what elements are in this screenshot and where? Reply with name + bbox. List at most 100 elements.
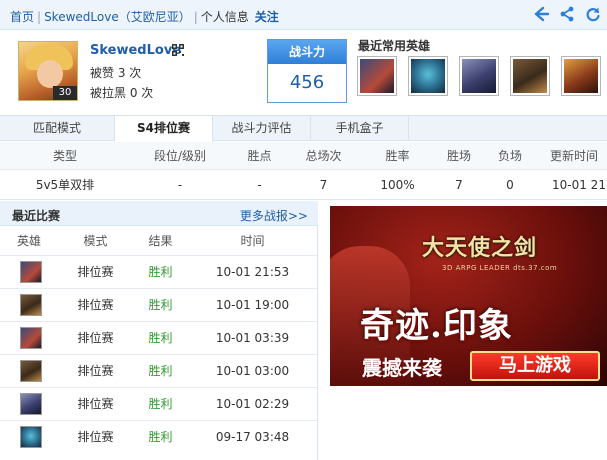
match-mode: 排位赛: [77, 298, 114, 312]
ranked-losses: 0: [506, 178, 514, 192]
ad-game-logo: 大天使之剑: [422, 235, 538, 261]
match-hero-icon: [20, 327, 42, 349]
mode-tabs: 匹配模式 S4排位赛 战斗力评估 手机盒子: [0, 115, 607, 142]
ranked-table-header: 类型 段位/级别 胜点 总场次 胜率 胜场 负场 更新时间: [0, 142, 607, 170]
match-hero-icon: [20, 261, 42, 283]
match-hero-icon: [20, 360, 42, 382]
match-result: 胜利: [148, 430, 173, 444]
breadcrumb-separator: |: [37, 10, 42, 24]
tab-mobile-box[interactable]: 手机盒子: [311, 116, 409, 141]
hero-portrait-image: [462, 59, 496, 93]
blocked-count: 被拉黑 0 次: [90, 86, 154, 100]
tab-power-evaluation[interactable]: 战斗力评估: [213, 116, 311, 141]
profile-panel: 30 SkewedLove 被赞 3 次 被拉黑 0 次 战斗力 456 最近常…: [0, 31, 607, 115]
match-time: 10-01 03:39: [215, 331, 290, 345]
match-mode: 排位赛: [77, 430, 114, 444]
match-result: 胜利: [148, 265, 173, 279]
column-header: 结果: [148, 234, 173, 248]
power-score-label: 战斗力: [268, 40, 346, 64]
column-header: 胜点: [247, 149, 272, 163]
match-time: 10-01 21:53: [215, 265, 290, 279]
match-time: 10-01 19:00: [215, 298, 290, 312]
breadcrumb: 首页 | SkewedLove（艾欧尼亚） | 个人信息 关注: [10, 8, 279, 25]
column-header: 模式: [83, 234, 108, 248]
ranked-type: 5v5单双排: [35, 178, 95, 192]
match-result: 胜利: [148, 331, 173, 345]
table-row[interactable]: 排位赛 胜利 10-01 19:00: [0, 288, 318, 321]
match-result: 胜利: [148, 298, 173, 312]
likes-count: 被赞 3 次: [90, 66, 142, 80]
column-header: 类型: [52, 149, 77, 163]
column-header: 胜场: [446, 149, 471, 163]
match-mode: 排位赛: [77, 265, 114, 279]
hero-portrait[interactable]: [408, 56, 448, 96]
breadcrumb-bar: 首页 | SkewedLove（艾欧尼亚） | 个人信息 关注: [0, 0, 607, 30]
match-hero-icon: [20, 393, 42, 415]
match-time: 10-01 02:29: [215, 397, 290, 411]
power-score-value: 456: [289, 72, 325, 93]
recent-matches-table-header: 英雄 模式 结果 时间: [0, 227, 318, 255]
hero-portrait-image: [411, 59, 445, 93]
match-time: 09-17 03:48: [215, 430, 290, 444]
power-score-box: 战斗力 456: [267, 39, 347, 103]
match-mode: 排位赛: [77, 331, 114, 345]
hero-portrait[interactable]: [459, 56, 499, 96]
hero-portrait-image: [564, 59, 598, 93]
recent-matches-title: 最近比赛: [12, 209, 61, 223]
table-row[interactable]: 排位赛 胜利 10-01 21:53: [0, 255, 318, 288]
match-result: 胜利: [148, 364, 173, 378]
ranked-points: -: [257, 178, 262, 192]
breadcrumb-user-link[interactable]: SkewedLove（艾欧尼亚）: [44, 10, 191, 24]
column-header: 胜率: [385, 149, 410, 163]
hero-portrait-image: [513, 59, 547, 93]
match-mode: 排位赛: [77, 397, 114, 411]
hero-portrait[interactable]: [357, 56, 397, 96]
tab-normal-match[interactable]: 匹配模式: [0, 116, 115, 141]
match-hero-icon: [20, 426, 42, 448]
ranked-wins: 7: [455, 178, 463, 192]
column-header: 时间: [240, 234, 265, 248]
hero-portrait-image: [360, 59, 394, 93]
ranked-tier: -: [177, 178, 183, 192]
ad-game-subtitle: 3D ARPG LEADER dts.37.com: [442, 264, 558, 272]
avatar-face: [37, 60, 63, 88]
table-row[interactable]: 排位赛 胜利 09-17 03:48: [0, 420, 318, 453]
match-mode: 排位赛: [77, 364, 114, 378]
ranked-updated-time: 10-01 21:5: [552, 178, 607, 192]
column-header: 负场: [497, 149, 522, 163]
breadcrumb-separator: |: [193, 10, 198, 24]
table-row[interactable]: 排位赛 胜利 10-01 02:29: [0, 387, 318, 420]
hero-portrait[interactable]: [510, 56, 550, 96]
table-row[interactable]: 排位赛 胜利 10-01 03:39: [0, 321, 318, 354]
play-now-button[interactable]: 马上游戏: [470, 351, 600, 381]
column-header: 英雄: [16, 234, 41, 248]
column-header: 总场次: [305, 149, 342, 163]
breadcrumb-current: 个人信息: [200, 10, 249, 24]
table-row: 5v5单双排 - - 7 100% 7 0 10-01 21:5: [0, 171, 607, 200]
table-row[interactable]: 排位赛 胜利 10-01 03:00: [0, 354, 318, 387]
frequent-heroes-list: [357, 56, 601, 96]
ranked-win-rate: 100%: [380, 178, 415, 192]
refresh-icon[interactable]: [585, 6, 601, 22]
breadcrumb-home-link[interactable]: 首页: [10, 10, 34, 24]
frequent-heroes-title: 最近常用英雄: [358, 39, 431, 53]
ad-banner[interactable]: 大天使之剑 3D ARPG LEADER dts.37.com 奇迹.印象 震撼…: [330, 206, 607, 386]
back-arrow-icon[interactable]: [533, 6, 549, 22]
avatar[interactable]: 30: [18, 41, 78, 101]
recent-matches-panel: 最近比赛 更多战报>> 英雄 模式 结果 时间 排位赛 胜利 10-01 21:…: [0, 201, 318, 460]
more-reports-link[interactable]: 更多战报>>: [240, 207, 308, 224]
recent-matches-header: 最近比赛 更多战报>>: [0, 201, 318, 226]
share-icon[interactable]: [559, 6, 575, 22]
match-hero-icon: [20, 294, 42, 316]
ad-headline: 奇迹.印象: [360, 306, 513, 346]
level-badge: 30: [53, 86, 77, 100]
ranked-total-games: 7: [319, 178, 328, 192]
tab-s4-ranked[interactable]: S4排位赛: [115, 116, 213, 142]
username[interactable]: SkewedLove: [90, 43, 181, 58]
match-result: 胜利: [148, 397, 173, 411]
follow-button[interactable]: 关注: [255, 10, 279, 24]
qr-code-icon[interactable]: [172, 44, 184, 56]
hero-portrait[interactable]: [561, 56, 601, 96]
column-header: 段位/级别: [153, 149, 207, 163]
column-header: 更新时间: [550, 149, 599, 163]
